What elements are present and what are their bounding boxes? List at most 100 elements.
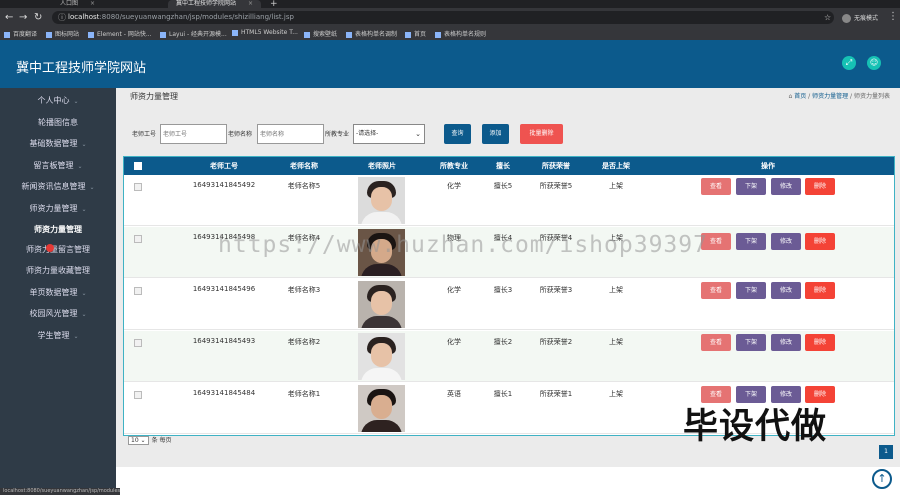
teacher-name-input[interactable] (257, 124, 324, 144)
bookmark-item[interactable]: 表格构单名规则 (435, 29, 486, 38)
address-row: ← → ↻ ⓘ localhost:8080/sueyuanwangzhan/j… (0, 8, 900, 27)
major-label: 所教专业 (325, 131, 350, 138)
user-icon[interactable]: ☺ (867, 56, 881, 70)
unlist-button[interactable]: 下架 (736, 334, 766, 351)
table-row: 16493141845492 老师名称5 化学 擅长5 所获荣誉5 上架 查看 … (124, 175, 894, 226)
url-path: :8080/sueyuanwangzhan/jsp/modules/shizil… (99, 13, 294, 21)
page-button-current[interactable]: 1 (879, 445, 893, 459)
back-to-top-icon[interactable]: ↑ (872, 469, 892, 489)
row-checkbox[interactable] (134, 235, 142, 243)
add-button[interactable]: 添加 (482, 124, 509, 144)
delete-button[interactable]: 删除 (805, 334, 835, 351)
fullscreen-icon[interactable]: ⤢ (842, 56, 856, 70)
bookmark-icon (46, 31, 52, 38)
teacher-photo (358, 281, 405, 328)
address-bar[interactable]: ⓘ localhost:8080/sueyuanwangzhan/jsp/mod… (52, 11, 834, 24)
sidebar-subitem-faculty-manage[interactable]: 师资力量管理 (0, 224, 116, 235)
bookmark-item[interactable]: 搜索壁纸 (304, 29, 337, 38)
sidebar-item-personal-center[interactable]: 个人中心 ⌄ (0, 95, 116, 106)
bookmark-star-icon[interactable]: ☆ (824, 13, 831, 22)
sidebar-item-faculty[interactable]: 师资力量管理 ⌄ (0, 203, 116, 214)
bookmark-icon (304, 31, 310, 38)
sidebar-item-single-page[interactable]: 单页数据管理 ⌄ (0, 287, 116, 298)
page-size-select[interactable]: 10 ⌄ (128, 436, 149, 445)
bookmark-item[interactable]: Layui - 经典开源模... (160, 29, 227, 38)
bookmarks-bar: 百度翻译 图标网站 Element - 网站快... Layui - 经典开源模… (0, 27, 900, 40)
row-checkbox[interactable] (134, 339, 142, 347)
bookmark-item[interactable]: Element - 网站快... (88, 29, 152, 38)
cell-status: 上架 (609, 338, 623, 346)
sidebar-item-basic-data[interactable]: 基础数据管理 ⌄ (0, 138, 116, 149)
view-button[interactable]: 查看 (701, 178, 731, 195)
sidebar-subitem-faculty-messages[interactable]: 师资力量留言管理 (0, 244, 116, 255)
bookmark-item[interactable]: 百度翻译 (4, 29, 37, 38)
column-header[interactable]: 所获荣誉 (526, 161, 586, 171)
close-tab-icon[interactable]: × (248, 0, 253, 7)
select-all-checkbox[interactable] (134, 162, 142, 170)
cell-teacher-name: 老师名称3 (287, 286, 321, 294)
site-title: 冀中工程技师学院网站 (16, 61, 147, 76)
bookmark-icon (160, 31, 166, 38)
bookmark-item[interactable]: 表格构单名调制 (346, 29, 397, 38)
edit-button[interactable]: 修改 (771, 233, 801, 250)
faculty-table: 老师工号 老师名称 老师照片 所教专业 擅长 所获荣誉 是否上架 操作 1649… (123, 156, 895, 436)
column-header[interactable]: 老师工号 (194, 161, 254, 171)
delete-button[interactable]: 删除 (805, 178, 835, 195)
close-tab-icon[interactable]: × (90, 0, 95, 7)
bookmark-item[interactable]: 首页 (405, 29, 426, 38)
breadcrumb-current: 师资力量列表 (853, 93, 890, 100)
column-header[interactable]: 擅长 (478, 161, 528, 171)
browser-tab[interactable]: 人口图 × (52, 0, 103, 8)
sidebar-item-carousel[interactable]: 轮播图信息 (0, 117, 116, 128)
view-button[interactable]: 查看 (701, 282, 731, 299)
view-button[interactable]: 查看 (701, 334, 731, 351)
sidebar-subitem-faculty-favorites[interactable]: 师资力量收藏管理 (0, 265, 116, 276)
edit-button[interactable]: 修改 (771, 334, 801, 351)
cell-honor: 所获荣誉1 (539, 390, 573, 398)
column-header[interactable]: 是否上架 (586, 161, 646, 171)
breadcrumb-home[interactable]: 首页 (794, 93, 806, 100)
unlist-button[interactable]: 下架 (736, 282, 766, 299)
sidebar-item-news[interactable]: 新闻资讯信息管理 ⌄ (0, 181, 116, 192)
cell-honor: 所获荣誉5 (539, 182, 573, 190)
column-header[interactable]: 老师照片 (352, 161, 412, 171)
chevron-down-icon: ⌄ (81, 141, 87, 148)
breadcrumb-section[interactable]: 师资力量管理 (812, 93, 848, 100)
bookmark-icon (405, 31, 411, 38)
cell-teacher-no: 16493141845492 (192, 181, 256, 189)
search-button[interactable]: 查询 (444, 124, 471, 144)
sidebar-item-message-board[interactable]: 留言板管理 ⌄ (0, 160, 116, 171)
edit-button[interactable]: 修改 (771, 282, 801, 299)
teacher-no-input[interactable] (160, 124, 227, 144)
cell-major: 化学 (447, 286, 461, 294)
row-checkbox[interactable] (134, 183, 142, 191)
forward-icon[interactable]: → (19, 12, 27, 23)
row-checkbox[interactable] (134, 287, 142, 295)
edit-button[interactable]: 修改 (771, 178, 801, 195)
incognito-profile[interactable]: 无痕模式 (842, 13, 878, 23)
teacher-photo (358, 177, 405, 224)
browser-menu-icon[interactable]: ⋮ (888, 11, 898, 22)
column-header[interactable]: 老师名称 (274, 161, 334, 171)
batch-delete-button[interactable]: 批量删除 (520, 124, 563, 144)
browser-tab-active[interactable]: 冀中工程技师学院网站 × (168, 0, 262, 8)
chevron-down-icon: ⌄ (89, 184, 95, 191)
reload-icon[interactable]: ↻ (34, 12, 42, 23)
sidebar-item-campus-scenery[interactable]: 校园风光管理 ⌄ (0, 308, 116, 319)
cell-teacher-no: 16493141845484 (192, 389, 256, 397)
back-icon[interactable]: ← (5, 12, 13, 23)
teacher-photo (358, 385, 405, 432)
bookmark-item[interactable]: HTML5 Website T... (232, 29, 298, 36)
delete-button[interactable]: 删除 (805, 233, 835, 250)
sidebar-item-students[interactable]: 学生管理 ⌄ (0, 330, 116, 341)
delete-button[interactable]: 删除 (805, 282, 835, 299)
bookmark-item[interactable]: 图标网站 (46, 29, 79, 38)
bookmark-icon (232, 29, 238, 36)
major-select[interactable]: -请选择- ⌄ (353, 124, 425, 144)
cell-status: 上架 (609, 182, 623, 190)
unlist-button[interactable]: 下架 (736, 233, 766, 250)
row-checkbox[interactable] (134, 391, 142, 399)
column-header[interactable]: 所教专业 (424, 161, 484, 171)
info-icon[interactable]: ⓘ (58, 12, 66, 23)
unlist-button[interactable]: 下架 (736, 178, 766, 195)
